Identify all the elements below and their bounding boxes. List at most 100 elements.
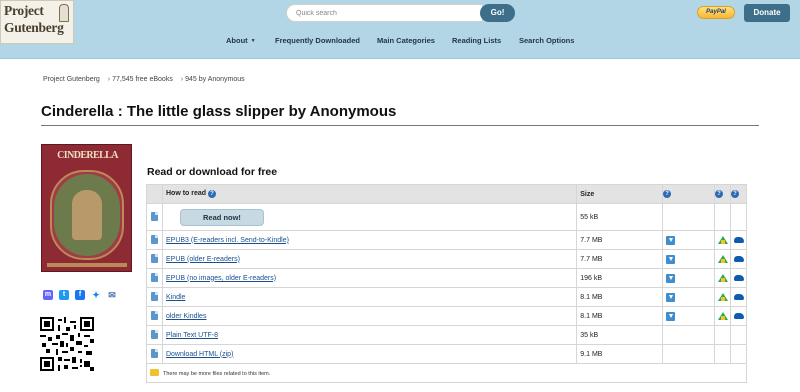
onedrive-icon[interactable]	[733, 236, 744, 243]
logo-line-1: Project	[4, 3, 44, 18]
onedrive-cell	[729, 249, 748, 269]
search-form: Go!	[286, 4, 515, 22]
qr-code-graphic	[40, 317, 94, 371]
empty-cell	[662, 203, 715, 231]
empty-cell	[713, 203, 731, 231]
file-size: 35 kB	[576, 325, 664, 345]
file-size: 8.1 MB	[576, 306, 664, 326]
send-cell	[662, 287, 715, 307]
empty-cell	[729, 325, 748, 345]
logo-figure-icon	[59, 4, 69, 22]
onedrive-icon[interactable]	[733, 293, 744, 300]
google-drive-icon[interactable]	[717, 293, 728, 301]
download-link-epub3[interactable]: EPUB3 (E-readers incl. Send-to-Kindle)	[166, 237, 289, 244]
file-size: 196 kB	[576, 268, 664, 288]
google-drive-icon[interactable]	[717, 312, 728, 320]
row-icon-cell	[146, 249, 163, 269]
cover-title-text: CINDERELLA	[57, 150, 118, 161]
send-to-kindle-icon[interactable]	[666, 254, 676, 264]
qr-code	[40, 317, 94, 371]
table-row: EPUB3 (E-readers incl. Send-to-Kindle) 7…	[146, 230, 748, 250]
chevron-down-icon: ▼	[250, 38, 256, 44]
how-to-read-label: How to read	[165, 190, 207, 197]
onedrive-cell	[729, 268, 748, 288]
breadcrumb-home[interactable]: Project Gutenberg	[43, 76, 100, 83]
download-link-kindle[interactable]: Kindle	[166, 294, 185, 301]
gdrive-cell	[713, 306, 731, 326]
breadcrumb-separator: ›	[180, 76, 184, 83]
help-icon[interactable]: ?	[663, 190, 672, 198]
donate-button[interactable]: Donate	[744, 4, 790, 22]
send-to-kindle-icon[interactable]	[666, 273, 676, 283]
send-to-kindle-icon[interactable]	[666, 235, 676, 245]
download-link-epub-noimages[interactable]: EPUB (no images, older E-readers)	[166, 275, 276, 282]
help-icon[interactable]: ?	[730, 190, 739, 198]
header-onedrive: ?	[729, 184, 748, 204]
breadcrumb: Project Gutenberg › 77,545 free eBooks › 9…	[43, 76, 245, 83]
send-to-kindle-icon[interactable]	[666, 292, 676, 302]
google-drive-icon[interactable]	[717, 274, 728, 282]
onedrive-cell	[729, 306, 748, 326]
cover-figure	[72, 190, 102, 240]
facebook-icon[interactable]: f	[75, 290, 85, 300]
table-row: Read now! 55 kB	[146, 203, 748, 231]
download-table: How to read ? Size ? ? ? Read now! 55 kB…	[146, 184, 748, 383]
read-now-button[interactable]: Read now!	[179, 208, 264, 226]
search-input[interactable]	[286, 4, 482, 22]
twitter-icon[interactable]: t	[59, 290, 69, 300]
download-link-epub[interactable]: EPUB (older E-readers)	[166, 256, 240, 263]
help-icon[interactable]: ?	[714, 190, 723, 198]
empty-cell	[729, 344, 748, 364]
onedrive-cell	[729, 230, 748, 250]
paypal-button[interactable]: PayPal	[697, 6, 735, 19]
gdrive-cell	[713, 249, 731, 269]
table-row: There may be more files related to this …	[146, 363, 747, 383]
nav-reading-lists[interactable]: Reading Lists	[452, 36, 501, 45]
download-link-html-zip[interactable]: Download HTML (zip)	[166, 351, 233, 358]
google-drive-icon[interactable]	[717, 255, 728, 263]
row-icon-cell	[146, 287, 163, 307]
nav-about[interactable]: About ▼	[226, 36, 256, 45]
send-cell	[662, 249, 715, 269]
header-send-to: ?	[662, 184, 715, 204]
format-cell: EPUB (older E-readers)	[161, 249, 578, 269]
breadcrumb-free-ebooks[interactable]: 77,545 free eBooks	[112, 76, 173, 83]
table-header-row: How to read ? Size ? ? ?	[146, 184, 748, 204]
related-files-text: There may be more files related to this …	[163, 370, 271, 377]
row-icon-cell	[146, 268, 163, 288]
site-header: Project Gutenberg Go! PayPal Donate Abou…	[0, 0, 800, 59]
file-size: 7.7 MB	[576, 230, 664, 250]
help-icon[interactable]: ?	[208, 190, 216, 198]
send-to-kindle-icon[interactable]	[666, 311, 676, 321]
download-link-plain-text[interactable]: Plain Text UTF-8	[166, 332, 218, 339]
nav-frequently-downloaded[interactable]: Frequently Downloaded	[275, 36, 360, 45]
table-row: older Kindles 8.1 MB	[146, 306, 748, 326]
document-icon	[151, 253, 158, 263]
search-go-button[interactable]: Go!	[480, 4, 515, 22]
empty-cell	[729, 203, 748, 231]
page-title: Cinderella : The little glass slipper by…	[41, 103, 397, 120]
row-icon-cell	[146, 306, 163, 326]
format-cell: Kindle	[161, 287, 578, 307]
row-icon-cell	[146, 203, 163, 231]
bluesky-icon[interactable]: ✦	[91, 290, 101, 300]
file-size: 7.7 MB	[576, 249, 664, 269]
onedrive-icon[interactable]	[733, 274, 744, 281]
onedrive-icon[interactable]	[733, 312, 744, 319]
nav-main-categories[interactable]: Main Categories	[377, 36, 435, 45]
empty-cell	[713, 325, 731, 345]
breadcrumb-author[interactable]: 945 by Anonymous	[185, 76, 245, 83]
send-cell	[662, 230, 715, 250]
google-drive-icon[interactable]	[717, 236, 728, 244]
download-link-older-kindles[interactable]: older Kindles	[166, 313, 206, 320]
format-cell: Download HTML (zip)	[161, 344, 578, 364]
related-files-note: There may be more files related to this …	[146, 363, 747, 383]
nav-search-options[interactable]: Search Options	[519, 36, 574, 45]
book-cover-image: CINDERELLA	[41, 144, 132, 272]
onedrive-icon[interactable]	[733, 255, 744, 262]
mastodon-icon[interactable]: m	[43, 290, 53, 300]
document-icon	[151, 348, 158, 358]
send-cell	[662, 306, 715, 326]
email-icon[interactable]: ✉	[107, 290, 117, 300]
gdrive-cell	[713, 268, 731, 288]
